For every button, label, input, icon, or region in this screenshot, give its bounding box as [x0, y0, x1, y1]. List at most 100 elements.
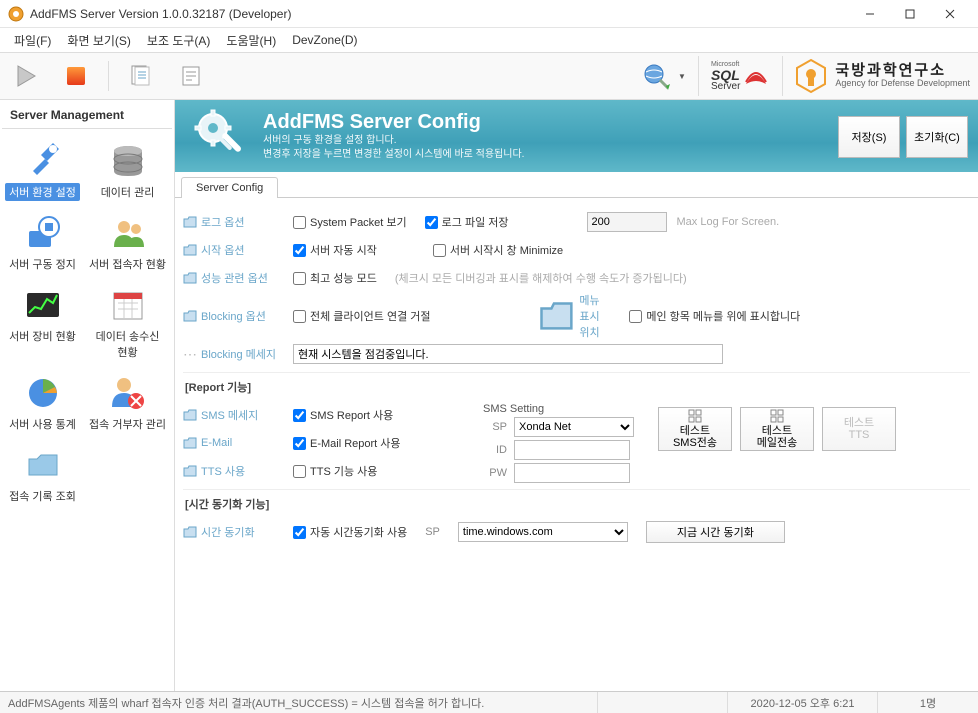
- label-time-sync: 시간 동기화: [201, 524, 255, 540]
- label-id: ID: [483, 444, 511, 456]
- brand-area: ▼ Microsoft SQL Server 국방과학연구소 Agency fo…: [642, 56, 970, 96]
- folder-icon: [183, 216, 197, 228]
- folder-icon: [183, 272, 197, 284]
- agency-en: Agency for Defense Development: [835, 79, 970, 89]
- btn-sync-now[interactable]: 지금 시간 동기화: [646, 521, 785, 543]
- folder-icon: [183, 244, 197, 256]
- sidebar-item-label: 데이터 송수신 현황: [92, 327, 164, 361]
- chk-auto-time-sync[interactable]: 자동 시간동기화 사용: [293, 524, 407, 540]
- sidebar-item-access-log[interactable]: 접속 기록 조회: [2, 441, 83, 509]
- grid-icon: [688, 409, 702, 423]
- sidebar: Server Management 서버 환경 설정 데이터 관리 서버 구동 …: [0, 100, 175, 691]
- reset-button[interactable]: 초기화(C): [906, 116, 968, 158]
- chart-icon: [23, 285, 63, 325]
- sidebar-item-label: 접속 거부자 관리: [85, 415, 170, 433]
- input-blocking-msg[interactable]: [293, 344, 723, 364]
- user-block-icon: [108, 373, 148, 413]
- save-button[interactable]: 저장(S): [838, 116, 900, 158]
- tab-server-config[interactable]: Server Config: [181, 177, 278, 198]
- label-email: E-Mail: [201, 437, 232, 449]
- input-sms-pw[interactable]: [514, 463, 630, 483]
- chk-tts-use[interactable]: TTS 기능 사용: [293, 463, 377, 479]
- menu-tools[interactable]: 보조 도구(A): [139, 30, 219, 51]
- status-count: 1명: [878, 692, 978, 713]
- label-tts: TTS 사용: [201, 463, 245, 479]
- chk-reject-all[interactable]: 전체 클라이언트 연결 거절: [293, 308, 431, 324]
- label-blocking-opt: Blocking 옵션: [201, 308, 266, 324]
- chk-start-minimize[interactable]: 서버 시작시 창 Minimize: [433, 242, 563, 258]
- select-time-server[interactable]: time.windows.com: [458, 522, 628, 542]
- sidebar-item-data-mgmt[interactable]: 데이터 관리: [83, 137, 172, 205]
- banner-sub2: 변경후 저장을 누르면 변경한 설정이 시스템에 바로 적용됩니다.: [263, 148, 524, 162]
- menu-devzone[interactable]: DevZone(D): [284, 31, 365, 49]
- chk-log-file-save[interactable]: 로그 파일 저장: [425, 214, 509, 230]
- folder-icon: [183, 526, 197, 538]
- hint-perf: (체크시 모든 디버깅과 표시를 해제하여 수행 속도가 증가됩니다): [395, 270, 687, 286]
- sql-main: SQL: [711, 68, 740, 82]
- menu-view[interactable]: 화면 보기(S): [59, 30, 139, 51]
- sidebar-item-data-tx[interactable]: 데이터 송수신 현황: [83, 281, 172, 365]
- sidebar-item-connections[interactable]: 서버 접속자 현황: [83, 209, 172, 277]
- users-icon: [108, 213, 148, 253]
- stop-button[interactable]: [58, 58, 94, 94]
- sidebar-item-label: 서버 접속자 현황: [85, 255, 170, 273]
- close-button[interactable]: [930, 0, 970, 28]
- document-button[interactable]: [123, 58, 159, 94]
- banner-sub1: 서버의 구동 환경을 설정 합니다.: [263, 134, 524, 148]
- label-sp: SP: [483, 421, 511, 433]
- globe-icon: [642, 62, 670, 90]
- sidebar-item-usage-stats[interactable]: 서버 사용 통계: [2, 369, 83, 437]
- sidebar-item-equipment[interactable]: 서버 장비 현황: [2, 281, 83, 365]
- btn-test-tts: 테스트 TTS: [822, 407, 896, 451]
- sidebar-title: Server Management: [2, 102, 172, 129]
- chk-system-packet[interactable]: System Packet 보기: [293, 214, 407, 230]
- chk-server-autostart[interactable]: 서버 자동 시작: [293, 242, 377, 258]
- pie-chart-icon: [23, 373, 63, 413]
- sidebar-item-label: 데이터 관리: [97, 183, 159, 201]
- log-button[interactable]: [173, 58, 209, 94]
- maximize-button[interactable]: [890, 0, 930, 28]
- folder-icon: [183, 310, 197, 322]
- folder-icon: [183, 409, 197, 421]
- btn-test-mail[interactable]: 테스트 메일전송: [740, 407, 814, 451]
- chk-main-menu-top[interactable]: 메인 항목 메뉴를 위에 표시합니다: [629, 308, 800, 324]
- select-sms-sp[interactable]: Xonda Net: [514, 417, 634, 437]
- label-menu-pos: 메뉴 표시 위치: [579, 292, 611, 340]
- label-perf-opt: 성능 관련 옵션: [201, 270, 268, 286]
- input-sms-id[interactable]: [514, 440, 630, 460]
- sidebar-item-label: 서버 구동 정지: [5, 255, 80, 273]
- toolbar-separator: [108, 61, 109, 91]
- folder-icon: [23, 445, 63, 485]
- gear-icon: [191, 106, 251, 166]
- chk-perf-mode[interactable]: 최고 성능 모드: [293, 270, 377, 286]
- sidebar-item-server-stop[interactable]: 서버 구동 정지: [2, 209, 83, 277]
- menu-file[interactable]: 파일(F): [6, 30, 59, 51]
- label-sms: SMS 메세지: [201, 407, 258, 423]
- folder-icon: [183, 465, 197, 477]
- config-banner: AddFMS Server Config 서버의 구동 환경을 설정 합니다. …: [175, 100, 978, 172]
- chk-email-report[interactable]: E-Mail Report 사용: [293, 435, 401, 451]
- dropdown-icon[interactable]: ▼: [678, 72, 686, 81]
- grid-icon: [770, 409, 784, 423]
- input-max-log[interactable]: [587, 212, 667, 232]
- btn-test-sms[interactable]: 테스트 SMS전송: [658, 407, 732, 451]
- sidebar-item-label: 서버 환경 설정: [5, 183, 80, 201]
- hint-max-log: Max Log For Screen.: [677, 216, 780, 228]
- label-start-opt: 시작 옵션: [201, 242, 245, 258]
- minimize-button[interactable]: [850, 0, 890, 28]
- play-button[interactable]: [8, 58, 44, 94]
- menu-help[interactable]: 도움말(H): [218, 30, 284, 51]
- sidebar-item-label: 접속 기록 조회: [5, 487, 80, 505]
- toolbar: ▼ Microsoft SQL Server 국방과학연구소 Agency fo…: [0, 52, 978, 100]
- menubar: 파일(F) 화면 보기(S) 보조 도구(A) 도움말(H) DevZone(D…: [0, 28, 978, 52]
- statusbar: AddFMSAgents 제품의 wharf 접속자 인증 처리 결과(AUTH…: [0, 691, 978, 713]
- tabstrip: Server Config: [175, 172, 978, 198]
- label-pw: PW: [483, 467, 511, 479]
- sql-server-logo: Microsoft SQL Server: [711, 61, 770, 92]
- status-message: AddFMSAgents 제품의 wharf 접속자 인증 처리 결과(AUTH…: [0, 692, 598, 713]
- chk-sms-report[interactable]: SMS Report 사용: [293, 407, 393, 423]
- agency-ko: 국방과학연구소: [835, 63, 970, 80]
- sidebar-item-block-mgmt[interactable]: 접속 거부자 관리: [83, 369, 172, 437]
- sidebar-item-server-config[interactable]: 서버 환경 설정: [2, 137, 83, 205]
- banner-title: AddFMS Server Config: [263, 111, 524, 134]
